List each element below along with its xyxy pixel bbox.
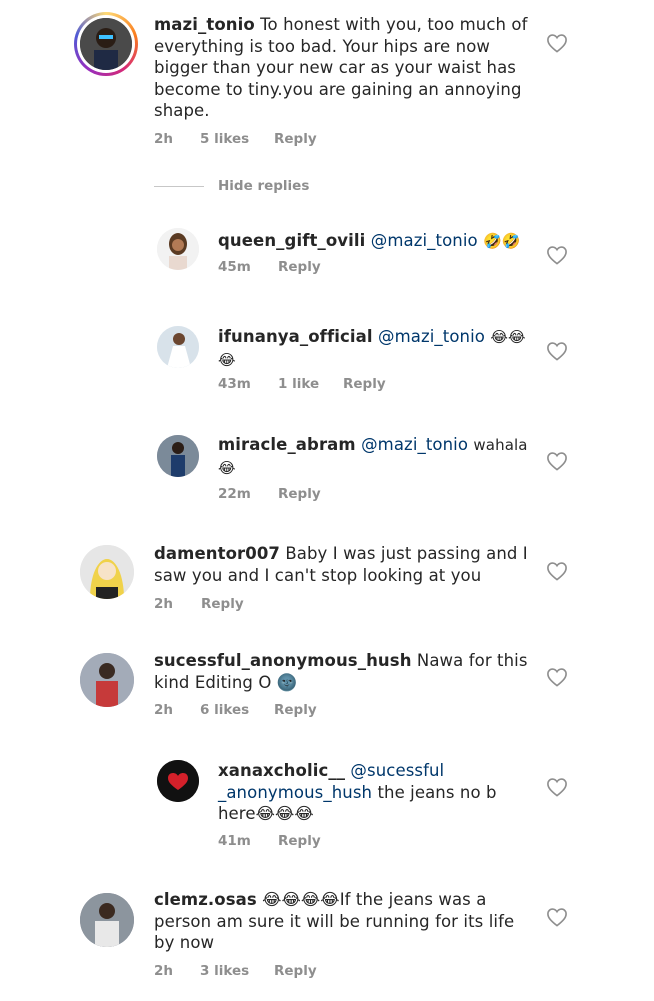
reply-button[interactable]: Reply	[201, 596, 244, 612]
comment-meta: 2h 3 likes Reply	[154, 963, 317, 979]
comment-time: 2h	[154, 596, 174, 612]
comment-meta: 45m Reply	[218, 259, 321, 275]
heart-outline-icon[interactable]	[546, 667, 568, 687]
reply-button[interactable]: Reply	[274, 131, 317, 147]
reply-button[interactable]: Reply	[343, 376, 386, 392]
mention-link[interactable]: @mazi_tonio	[361, 435, 468, 454]
reply-button[interactable]: Reply	[274, 963, 317, 979]
heart-outline-icon[interactable]	[546, 451, 568, 471]
comment-meta: 2h Reply	[154, 596, 244, 612]
comment-likes[interactable]: 3 likes	[200, 963, 274, 979]
reply-button[interactable]: Reply	[278, 833, 321, 849]
comment-likes[interactable]: 1 like	[278, 376, 343, 392]
avatar[interactable]	[157, 228, 199, 270]
comment-time: 2h	[154, 963, 174, 979]
comment-username[interactable]: damentor007	[154, 544, 280, 563]
comment-meta: 22m Reply	[218, 486, 321, 502]
heart-outline-icon[interactable]	[546, 245, 568, 265]
comment-username[interactable]: queen_gift_ovili	[218, 231, 365, 250]
comment-body: sucessful_anonymous_hush Nawa for this k…	[154, 650, 534, 693]
comment-time: 41m	[218, 833, 251, 849]
hide-replies-button[interactable]: Hide replies	[154, 178, 309, 194]
comment-meta: 43m 1 like Reply	[218, 376, 386, 392]
hide-replies-label: Hide replies	[218, 178, 310, 194]
story-ring[interactable]	[74, 12, 138, 76]
comment-time: 22m	[218, 486, 251, 502]
mention-link[interactable]: @mazi_tonio	[371, 231, 478, 250]
avatar[interactable]	[80, 545, 134, 599]
heart-outline-icon[interactable]	[546, 907, 568, 927]
avatar[interactable]	[80, 893, 134, 947]
avatar[interactable]	[80, 18, 132, 70]
comment-body: queen_gift_ovili @mazi_tonio 🤣🤣	[218, 230, 538, 253]
comment-meta: 41m Reply	[218, 833, 321, 849]
comment-likes[interactable]: 6 likes	[200, 702, 274, 718]
comment-meta: 2h 6 likes Reply	[154, 702, 317, 718]
divider	[154, 185, 204, 187]
comment-body: clemz.osas 😂😂😂😂If the jeans was a person…	[154, 889, 524, 954]
comment-meta: 2h 5 likes Reply	[154, 131, 317, 147]
heart-outline-icon[interactable]	[546, 777, 568, 797]
comment-time: 2h	[154, 131, 174, 147]
reply-button[interactable]: Reply	[278, 259, 321, 275]
comment-username[interactable]: sucessful_anonymous_hush	[154, 651, 412, 670]
comment-body: xanaxcholic__ @sucessful _anonymous_hush…	[218, 760, 518, 825]
mention-link[interactable]: @mazi_tonio	[378, 327, 485, 346]
comment-username[interactable]: miracle_abram	[218, 435, 356, 454]
heart-outline-icon[interactable]	[546, 561, 568, 581]
avatar[interactable]	[157, 435, 199, 477]
comment-time: 43m	[218, 376, 251, 392]
heart-outline-icon[interactable]	[546, 33, 568, 53]
comment-username[interactable]: xanaxcholic__	[218, 761, 345, 780]
comment-body: mazi_tonio To honest with you, too much …	[154, 14, 534, 122]
reply-button[interactable]: Reply	[278, 486, 321, 502]
avatar[interactable]	[157, 760, 199, 802]
comment-username[interactable]: clemz.osas	[154, 890, 257, 909]
reply-button[interactable]: Reply	[274, 702, 317, 718]
comment-body: damentor007 Baby I was just passing and …	[154, 543, 534, 586]
comment-body: miracle_abram @mazi_tonio wahala 😂	[218, 434, 538, 479]
comment-likes[interactable]: 5 likes	[200, 131, 274, 147]
comment-text: 🤣🤣	[483, 232, 521, 250]
comment-time: 45m	[218, 259, 251, 275]
avatar[interactable]	[80, 653, 134, 707]
comment-body: ifunanya_official @mazi_tonio 😂😂😂	[218, 326, 538, 371]
comment-username[interactable]: ifunanya_official	[218, 327, 373, 346]
comment-time: 2h	[154, 702, 174, 718]
comment-username[interactable]: mazi_tonio	[154, 15, 255, 34]
avatar[interactable]	[157, 326, 199, 368]
heart-outline-icon[interactable]	[546, 341, 568, 361]
